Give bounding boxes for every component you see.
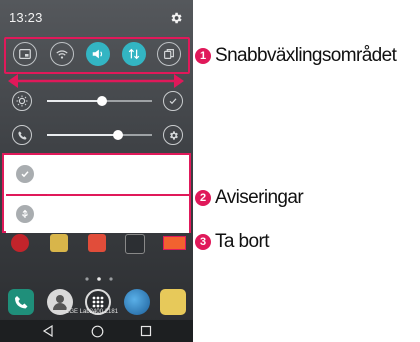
phone-app-icon[interactable] <box>8 289 34 315</box>
app-icon[interactable] <box>88 234 106 252</box>
callout-text: Snabbväxlingsområdet <box>215 45 397 66</box>
check-circle-icon[interactable] <box>163 91 183 111</box>
gear-icon[interactable] <box>169 11 183 25</box>
clear-button[interactable] <box>163 236 186 250</box>
callout-clear: 3 Ta bort <box>195 231 269 253</box>
messaging-app-icon[interactable] <box>160 289 186 315</box>
callout-number: 1 <box>195 48 211 64</box>
brightness-icon <box>12 91 32 111</box>
brightness-thumb[interactable] <box>96 96 107 106</box>
phone-screen: 13:23 LGE Lab2400 2181 <box>0 0 193 342</box>
quick-settings-highlight <box>4 37 190 74</box>
app-icon[interactable] <box>11 234 29 252</box>
check-icon <box>16 165 34 183</box>
callout-number: 3 <box>195 234 211 250</box>
notification-item[interactable] <box>6 156 189 193</box>
navigation-bar <box>0 320 193 342</box>
volume-track[interactable] <box>47 130 152 140</box>
phone-volume-icon <box>12 125 32 145</box>
callout-text: Aviseringar <box>215 187 304 208</box>
dock <box>0 285 193 321</box>
volume-slider[interactable] <box>0 120 193 150</box>
brightness-track[interactable] <box>47 96 152 106</box>
callout-quick-settings: 1 Snabbväxlingsområdet <box>195 45 397 67</box>
notifications-panel <box>2 153 191 233</box>
home-button[interactable] <box>89 323 105 339</box>
page-indicator <box>84 269 114 281</box>
volume-fill <box>47 134 119 136</box>
usb-icon <box>16 205 34 223</box>
callout-notifications: 2 Aviseringar <box>195 187 304 209</box>
app-icon[interactable] <box>50 234 68 252</box>
brightness-fill <box>47 100 102 102</box>
recents-button[interactable] <box>138 323 154 339</box>
settings-icon[interactable] <box>163 125 183 145</box>
back-button[interactable] <box>40 323 56 339</box>
clock: 13:23 <box>9 10 43 25</box>
browser-app-icon[interactable] <box>124 289 150 315</box>
status-bar: 13:23 <box>0 0 193 34</box>
app-icon[interactable] <box>125 234 145 254</box>
volume-thumb[interactable] <box>113 130 124 140</box>
notification-item[interactable] <box>6 196 189 233</box>
callout-number: 2 <box>195 190 211 206</box>
brightness-slider[interactable] <box>0 86 193 116</box>
lge-label: LGE Lab2400 2181 <box>66 309 119 315</box>
callout-text: Ta bort <box>215 231 269 252</box>
